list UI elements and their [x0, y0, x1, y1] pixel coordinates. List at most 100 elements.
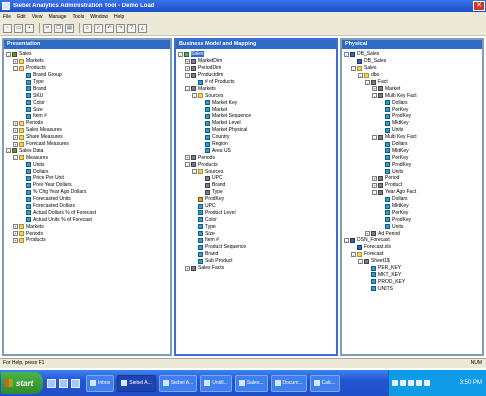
presentation-tree[interactable]: - Sales + Markets - Products Brand Group Type Br… [4, 49, 170, 244]
collapse-icon[interactable]: - [344, 237, 349, 243]
tree-node[interactable]: ProdKey [342, 161, 482, 168]
tree-node[interactable]: Brand [176, 182, 336, 189]
collapse-icon[interactable]: - [358, 72, 363, 78]
tree-node[interactable]: Dollars [342, 196, 482, 203]
expand-icon[interactable]: + [13, 120, 18, 126]
mail-icon[interactable] [71, 378, 80, 388]
tree-node[interactable]: Market [176, 106, 336, 113]
tray-icon[interactable] [408, 380, 414, 386]
collapse-icon[interactable]: - [372, 189, 377, 195]
tree-node[interactable]: Color [176, 216, 336, 223]
paste-icon[interactable]: ▤ [65, 23, 74, 33]
collapse-icon[interactable]: - [365, 79, 370, 85]
tree-node[interactable]: Country [176, 134, 336, 141]
tree-node[interactable]: DB_Sales [342, 58, 482, 65]
tree-node[interactable]: - Multi Key Fact [342, 134, 482, 141]
tree-node[interactable]: - Sales Data [4, 147, 170, 154]
tree-node[interactable]: + Share Measures [4, 134, 170, 141]
tree-node[interactable]: - DSN_Forecast [342, 237, 482, 244]
business-model-tree[interactable]: - Sales + MarketDim + PeriodDim - Productdim # o… [176, 49, 336, 272]
new-icon[interactable]: ▫ [3, 23, 12, 33]
physical-pane[interactable]: Physical - DB_Sales DB_Sales - Sales - dbo - Fac… [340, 38, 484, 356]
browser-icon[interactable] [59, 378, 68, 388]
expand-icon[interactable]: + [185, 65, 190, 71]
tree-node[interactable]: Market Level [176, 120, 336, 127]
tree-node[interactable]: - Sales [176, 51, 336, 58]
tree-node[interactable]: - DB_Sales [342, 51, 482, 58]
expand-icon[interactable]: + [13, 134, 18, 140]
cut-icon[interactable]: ✂ [43, 23, 52, 33]
tree-node[interactable]: PerKey [342, 209, 482, 216]
tree-node[interactable]: + Sales Facts [176, 265, 336, 272]
tray-icon[interactable] [424, 380, 430, 386]
expand-icon[interactable]: + [372, 86, 377, 92]
menu-help[interactable]: Help [114, 14, 124, 20]
tree-node[interactable]: + Periods [176, 154, 336, 161]
collapse-icon[interactable]: - [13, 65, 18, 71]
tree-node[interactable]: Brand [4, 85, 170, 92]
collapse-icon[interactable]: - [344, 51, 349, 57]
taskbar-button[interactable]: Sales... [234, 374, 268, 392]
tree-node[interactable]: + Periods [4, 120, 170, 127]
tree-node[interactable]: + Markets [4, 223, 170, 230]
tree-node[interactable]: PerKey [342, 106, 482, 113]
tree-node[interactable]: - Sales [4, 51, 170, 58]
find-icon[interactable]: ⌕ [83, 23, 92, 33]
business-model-pane[interactable]: Business Model and Mapping - Sales + Market… [174, 38, 338, 356]
expand-icon[interactable]: + [13, 237, 18, 243]
tree-node[interactable]: - Sources [176, 92, 336, 99]
tree-node[interactable]: - Sales [342, 65, 482, 72]
tree-node[interactable]: SKU [4, 92, 170, 99]
tree-node[interactable]: Dollars [342, 99, 482, 106]
collapse-icon[interactable]: - [192, 93, 197, 99]
tree-node[interactable]: + Products [4, 237, 170, 244]
query-icon[interactable]: ? [127, 23, 136, 33]
tree-node[interactable]: Item # [4, 113, 170, 120]
tree-node[interactable]: + MarketDim [176, 58, 336, 65]
tree-node[interactable]: ProdKey [176, 196, 336, 203]
tree-node[interactable]: Forecasted Units [4, 196, 170, 203]
collapse-icon[interactable]: - [192, 169, 197, 175]
tree-node[interactable]: + Market [342, 85, 482, 92]
tree-node[interactable]: Forecasted Dollars [4, 203, 170, 210]
tree-node[interactable]: - Products [176, 161, 336, 168]
expand-icon[interactable]: + [185, 265, 190, 271]
tree-node[interactable]: Area US [176, 147, 336, 154]
tree-node[interactable]: - Measures [4, 154, 170, 161]
tree-node[interactable]: - Year Ago Fact [342, 189, 482, 196]
collapse-icon[interactable]: - [6, 148, 11, 154]
tree-node[interactable]: Type [4, 79, 170, 86]
tree-node[interactable]: Dollars [4, 168, 170, 175]
taskbar-button[interactable]: Inbox [86, 374, 115, 392]
redo-icon[interactable]: ↷ [116, 23, 125, 33]
expand-icon[interactable]: + [13, 141, 18, 147]
tree-node[interactable]: UPC [176, 175, 336, 182]
tree-node[interactable]: Prev Year Dollars [4, 182, 170, 189]
expand-icon[interactable]: + [13, 224, 18, 230]
tree-node[interactable]: Market Physical [176, 127, 336, 134]
tree-node[interactable]: Color [4, 99, 170, 106]
collapse-icon[interactable]: - [185, 86, 190, 92]
collapse-icon[interactable]: - [185, 72, 190, 78]
help-icon[interactable]: ¿ [138, 23, 147, 33]
close-button[interactable]: ✕ [473, 1, 485, 11]
tree-node[interactable]: + Periods [4, 230, 170, 237]
tree-node[interactable]: Units [342, 168, 482, 175]
tree-node[interactable]: UNITS [342, 285, 482, 292]
expand-icon[interactable]: + [13, 231, 18, 237]
tree-node[interactable]: MktKey [342, 147, 482, 154]
check-in-icon[interactable]: ✓ [94, 23, 103, 33]
desktop-icon[interactable] [47, 378, 56, 388]
tree-node[interactable]: PerKey [342, 154, 482, 161]
taskbar-button[interactable]: Docum... [270, 374, 307, 392]
menu-tools[interactable]: Tools [73, 14, 85, 20]
tree-node[interactable]: Type [176, 223, 336, 230]
tree-node[interactable]: Item # [176, 237, 336, 244]
tree-node[interactable]: Brand [176, 251, 336, 258]
tree-node[interactable]: Dollars [342, 141, 482, 148]
menu-edit[interactable]: Edit [17, 14, 26, 20]
tree-node[interactable]: Units [342, 127, 482, 134]
tree-node[interactable]: Price Per Unit [4, 175, 170, 182]
collapse-icon[interactable]: - [351, 65, 356, 71]
tree-node[interactable]: - dbo [342, 72, 482, 79]
